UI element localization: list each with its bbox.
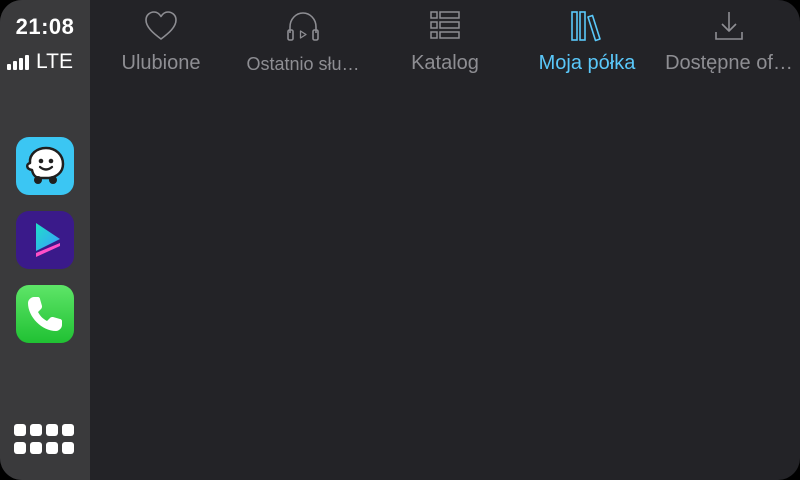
- tab-catalog[interactable]: Katalog: [374, 0, 516, 84]
- tab-label: Katalog: [411, 52, 479, 74]
- status-time: 21:08: [15, 14, 75, 39]
- status-signal: LTE: [7, 50, 73, 74]
- app-grid-button[interactable]: [14, 424, 76, 458]
- play-icon: [36, 223, 60, 257]
- list-icon: [430, 11, 460, 39]
- tab-my-shelf[interactable]: Moja półka: [516, 0, 658, 84]
- tab-favorites[interactable]: Ulubione: [90, 0, 232, 84]
- tab-bar: Ulubione Ostatnio słu… Katalog Moja półk…: [90, 0, 800, 84]
- phone-icon: [28, 297, 62, 331]
- tab-label: Ostatnio słu…: [246, 54, 360, 74]
- side-rail: 21:08 LTE: [0, 0, 90, 480]
- carplay-screen: 21:08 LTE Ulubione Ostatnio słu… Katalog…: [0, 0, 800, 480]
- heart-icon: [145, 11, 177, 40]
- phone-app-button[interactable]: [16, 285, 74, 343]
- download-icon: [715, 12, 743, 40]
- tab-recently-listened[interactable]: Ostatnio słu…: [232, 0, 374, 84]
- tab-label: Dostępne of…: [665, 52, 793, 74]
- app-grid-icon: [14, 424, 26, 436]
- waze-app-button[interactable]: [16, 137, 74, 195]
- books-icon: [571, 11, 601, 42]
- signal-bars-icon: [7, 54, 31, 70]
- tab-available-offline[interactable]: Dostępne of…: [658, 0, 800, 84]
- network-type: LTE: [36, 50, 73, 73]
- player-app-button[interactable]: [16, 211, 74, 269]
- headphones-icon: [287, 12, 319, 41]
- waze-icon: [26, 146, 65, 184]
- tab-label: Ulubione: [121, 52, 201, 74]
- tab-label: Moja półka: [538, 52, 636, 74]
- content-area: [90, 84, 800, 480]
